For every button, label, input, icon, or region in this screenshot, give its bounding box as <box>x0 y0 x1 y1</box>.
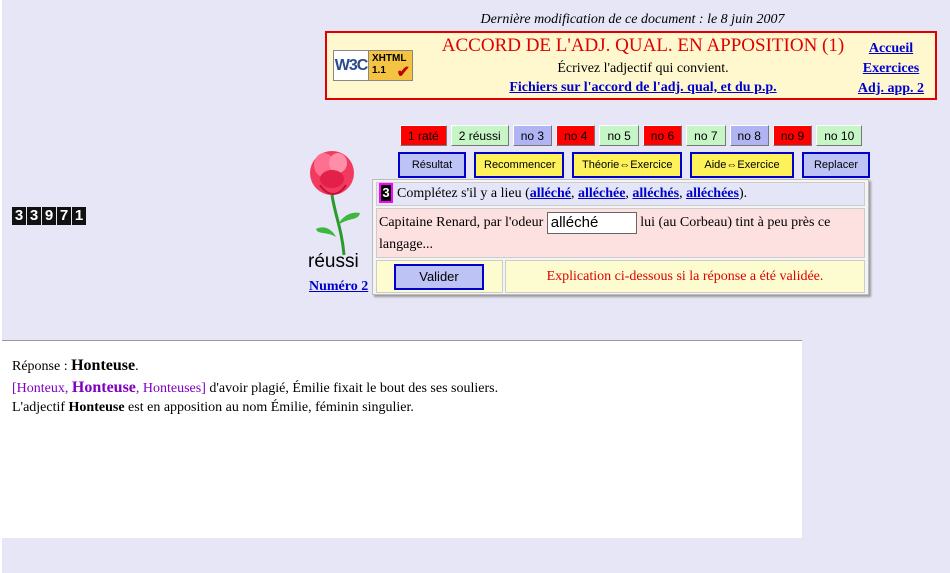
checkmark-icon: ✔ <box>396 64 410 81</box>
tab-question-5[interactable]: no 5 <box>599 125 639 146</box>
validate-cell: Valider <box>376 260 503 293</box>
expl-before: L'adjectif <box>12 400 66 415</box>
answer-prefix: Réponse : <box>12 359 68 374</box>
sentence-before: Capitaine Renard, par l'odeur <box>379 215 544 230</box>
answer-period: . <box>135 359 139 374</box>
nav-accueil-link[interactable]: Accueil <box>851 39 931 59</box>
question-tabs: 1 raté 2 réussi no 3 no 4 no 5 no 6 no 7… <box>400 125 863 146</box>
counter-digit: 9 <box>42 207 56 225</box>
w3c-xhtml-badge[interactable]: W3C XHTML 1.1 ✔ <box>333 50 413 81</box>
choice-main: Honteuse <box>71 379 136 396</box>
w3c-logo: W3C <box>334 51 369 80</box>
xhtml-version: 1.1 <box>372 65 386 76</box>
nav-exercices-link[interactable]: Exercices <box>851 59 931 79</box>
option-link[interactable]: alléché <box>530 186 571 201</box>
tab-question-9[interactable]: no 9 <box>772 125 813 146</box>
answer-line: Réponse : Honteuse. <box>12 357 139 375</box>
numero-link[interactable]: Numéro 2 <box>309 279 368 295</box>
choices-close: , Honteuses] <box>135 381 206 396</box>
valider-button[interactable]: Valider <box>394 264 484 290</box>
answer-explanation: L'adjectif Honteuse est en apposition au… <box>12 400 414 416</box>
status-label: réussi <box>308 251 359 272</box>
tab-question-8[interactable]: no 8 <box>729 125 769 146</box>
answer-word: Honteuse <box>71 357 136 374</box>
explanation-note: Explication ci-dessous si la réponse a é… <box>505 260 865 293</box>
replacer-button[interactable]: Replacer <box>802 152 870 178</box>
answer-input[interactable]: alléché <box>546 212 637 234</box>
theorie-exercice-button[interactable]: Théorie⇔Exercice <box>572 152 682 178</box>
choices-open: [Honteux, <box>12 381 69 396</box>
aide-exercice-button[interactable]: Aide⇔Exercice <box>690 152 794 178</box>
page-subtitle: Écrivez l'adjectif qui convient. <box>557 61 729 76</box>
counter-digit: 3 <box>12 207 26 225</box>
resultat-button[interactable]: Résultat <box>398 152 466 178</box>
expl-word: Honteuse <box>68 400 125 415</box>
tab-question-4[interactable]: no 4 <box>556 125 596 146</box>
xhtml-text: XHTML <box>372 53 407 64</box>
instruction-text: Complétez s'il y a lieu ( <box>397 186 530 201</box>
tab-question-1[interactable]: 1 raté <box>400 125 447 146</box>
option-link[interactable]: alléchée <box>578 186 625 201</box>
option-link[interactable]: alléchées <box>686 186 739 201</box>
tab-question-10[interactable]: no 10 <box>816 125 863 146</box>
counter-digit: 7 <box>57 207 71 225</box>
tab-question-7[interactable]: no 7 <box>686 125 726 146</box>
tab-question-2[interactable]: 2 réussi <box>450 125 509 146</box>
answer-sentence: [Honteux, Honteuse, Honteuses] d'avoir p… <box>12 379 498 397</box>
expl-after: est en apposition au nom Émilie, féminin… <box>128 400 414 415</box>
question-number: 3 <box>379 183 393 203</box>
answer-area: Réponse : Honteuse. [Honteux, Honteuse, … <box>2 340 802 538</box>
nav-links: Accueil Exercices Adj. app. 2 <box>851 39 931 99</box>
tab-question-3[interactable]: no 3 <box>512 125 553 146</box>
page-title: ACCORD DE L'ADJ. QUAL. EN APPOSITION (1) <box>441 35 845 56</box>
xhtml-label: XHTML 1.1 ✔ <box>369 51 412 81</box>
instruction-end: ). <box>738 186 748 201</box>
files-link[interactable]: Fichiers sur l'accord de l'adj. qual, et… <box>423 80 863 96</box>
tab-question-6[interactable]: no 6 <box>642 125 683 146</box>
exercise-sentence: Capitaine Renard, par l'odeur alléché lu… <box>376 208 865 258</box>
answer-sentence-text: d'avoir plagié, Émilie fixait le bout de… <box>209 381 499 396</box>
exercise-question: 3 Complétez s'il y a lieu (alléché, alléc… <box>376 182 865 206</box>
nav-adj-app-2-link[interactable]: Adj. app. 2 <box>851 79 931 99</box>
modification-date: Dernière modification de ce document : l… <box>480 12 785 27</box>
header-box: W3C XHTML 1.1 ✔ ACCORD DE L'ADJ. QUAL. E… <box>325 31 937 100</box>
recommencer-button[interactable]: Recommencer <box>474 152 564 178</box>
exercise-panel: 3 Complétez s'il y a lieu (alléché, alléc… <box>372 179 869 295</box>
counter-digit: 3 <box>27 207 41 225</box>
visit-counter: 3 3 9 7 1 <box>12 207 86 225</box>
option-link[interactable]: alléchés <box>632 186 679 201</box>
rose-icon <box>310 151 360 256</box>
action-buttons: Résultat Recommencer Théorie⇔Exercice Ai… <box>398 152 870 178</box>
counter-digit: 1 <box>72 207 86 225</box>
